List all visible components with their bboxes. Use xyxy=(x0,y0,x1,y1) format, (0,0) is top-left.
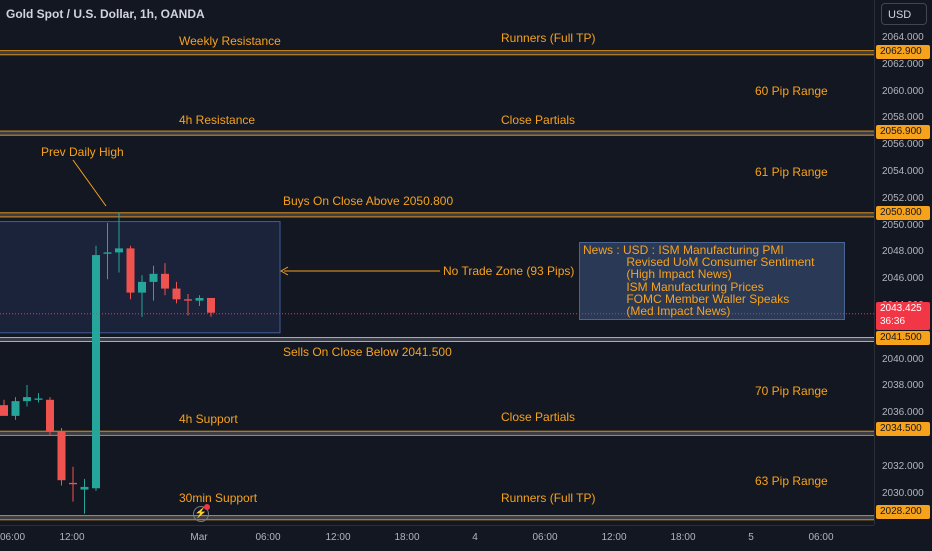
candle xyxy=(46,397,54,436)
candle xyxy=(69,466,77,502)
candle-body xyxy=(126,248,135,293)
level-band xyxy=(0,431,874,435)
no-trade-zone-layer xyxy=(0,221,281,334)
candle-body xyxy=(138,281,146,293)
candle xyxy=(11,397,20,420)
level-price-label: 2050.800 xyxy=(876,206,930,220)
price-tick-label: 2046.000 xyxy=(882,273,924,285)
level-price-label: 2041.500 xyxy=(876,331,930,345)
candle xyxy=(23,385,31,407)
current-price-value: 2043.425 xyxy=(880,303,922,314)
level-band xyxy=(0,516,874,520)
candle-body xyxy=(115,248,123,253)
close-partials-top-label: Close Partials xyxy=(501,113,576,127)
weekly-resistance-label: Weekly Resistance xyxy=(179,34,281,48)
candle xyxy=(80,478,89,514)
price-tick-label: 2040.000 xyxy=(882,353,924,365)
time-tick-label: 18:00 xyxy=(670,532,696,543)
prev-daily-high-label: Prev Daily High xyxy=(41,145,124,159)
time-tick-label: 06:00 xyxy=(255,532,281,543)
runners-top-label: Runners (Full TP) xyxy=(501,31,596,45)
price-tick-label: 2056.000 xyxy=(882,139,924,151)
level-price-label: 2028.200 xyxy=(876,505,930,519)
news-box: News : USD : ISM Manufacturing PMI Revis… xyxy=(579,242,845,320)
price-tick-label: 2038.000 xyxy=(882,380,924,392)
time-tick-label: 06:00 xyxy=(532,532,558,543)
time-tick-label: 12:00 xyxy=(601,532,627,543)
price-tick-label: 2048.000 xyxy=(882,246,924,258)
h4-resistance-label: 4h Resistance xyxy=(179,113,256,127)
price-tick-label: 2064.000 xyxy=(882,32,924,43)
time-tick-label: Mar xyxy=(190,532,208,543)
candle-body xyxy=(34,398,43,400)
prev-daily-high-arrow xyxy=(72,159,107,207)
time-tick-label: 06:00 xyxy=(0,532,26,543)
candle-body xyxy=(69,482,77,485)
candle-body xyxy=(92,255,100,489)
min30-support-label: 30min Support xyxy=(179,491,258,505)
level-band xyxy=(0,131,874,135)
candle xyxy=(57,427,66,486)
candle xyxy=(0,399,8,416)
candle xyxy=(92,245,100,491)
time-tick-label: 5 xyxy=(748,532,754,543)
event-indicator-dot xyxy=(204,504,210,510)
candle-body xyxy=(184,299,192,301)
candle-body xyxy=(23,397,31,402)
time-tick-label: 12:00 xyxy=(325,532,351,543)
candle-body xyxy=(0,405,8,416)
price-tick-label: 2060.000 xyxy=(882,85,924,97)
no-trade-zone-box xyxy=(0,221,281,334)
bar-countdown: 36:36 xyxy=(880,316,906,327)
price-tick-label: 2052.000 xyxy=(882,192,924,204)
price-tick-label: 2062.000 xyxy=(882,58,924,70)
currency-button[interactable]: USD xyxy=(881,3,927,25)
candle-body xyxy=(161,273,169,289)
price-tick-label: 2032.000 xyxy=(882,460,924,472)
time-tick-label: 18:00 xyxy=(394,532,420,543)
candle-body xyxy=(57,431,66,481)
level-band xyxy=(0,338,874,341)
price-tick-label: 2058.000 xyxy=(882,112,924,124)
news-line: ISM Manufacturing Prices xyxy=(583,279,764,294)
current-price-label: 2043.425 36:36 xyxy=(876,302,930,330)
news-line: (Med Impact News) xyxy=(583,304,731,319)
range-60-label: 60 Pip Range xyxy=(755,84,828,98)
candle-body xyxy=(207,297,215,313)
time-tick-label: 06:00 xyxy=(808,532,834,543)
candle-body xyxy=(11,401,20,416)
time-tick-label: 12:00 xyxy=(59,532,85,543)
candle-body xyxy=(149,273,158,282)
range-61-label: 61 Pip Range xyxy=(755,165,828,179)
candle-body xyxy=(103,252,112,254)
runners-bottom-label: Runners (Full TP) xyxy=(501,491,596,505)
candle-body xyxy=(46,399,54,432)
price-axis[interactable] xyxy=(874,0,932,525)
candle xyxy=(34,393,43,403)
price-tick-label: 2050.000 xyxy=(882,219,924,231)
symbol-title[interactable]: Gold Spot / U.S. Dollar, 1h, OANDA xyxy=(6,7,205,21)
level-price-label: 2062.900 xyxy=(876,45,930,59)
price-tick-label: 2030.000 xyxy=(882,487,924,499)
buys-above-label: Buys On Close Above 2050.800 xyxy=(283,194,454,208)
range-63-label: 63 Pip Range xyxy=(755,474,828,488)
range-70-label: 70 Pip Range xyxy=(755,384,828,398)
news-line: (High Impact News) xyxy=(583,267,732,282)
level-price-label: 2056.900 xyxy=(876,125,930,139)
candle xyxy=(126,245,135,300)
price-tick-label: 2036.000 xyxy=(882,407,924,419)
time-tick-label: 4 xyxy=(472,532,478,543)
level-band xyxy=(0,51,874,55)
h4-support-label: 4h Support xyxy=(179,412,238,426)
price-tick-label: 2054.000 xyxy=(882,166,924,177)
sells-below-label: Sells On Close Below 2041.500 xyxy=(283,345,452,359)
candle-body xyxy=(195,297,204,301)
close-partials-bottom-label: Close Partials xyxy=(501,410,576,424)
time-axis[interactable] xyxy=(0,525,874,551)
no-trade-zone-label: No Trade Zone (93 Pips) xyxy=(443,264,575,278)
level-price-label: 2034.500 xyxy=(876,422,930,436)
level-band xyxy=(0,213,874,217)
candle-body xyxy=(172,288,181,300)
candle-body xyxy=(80,486,89,490)
